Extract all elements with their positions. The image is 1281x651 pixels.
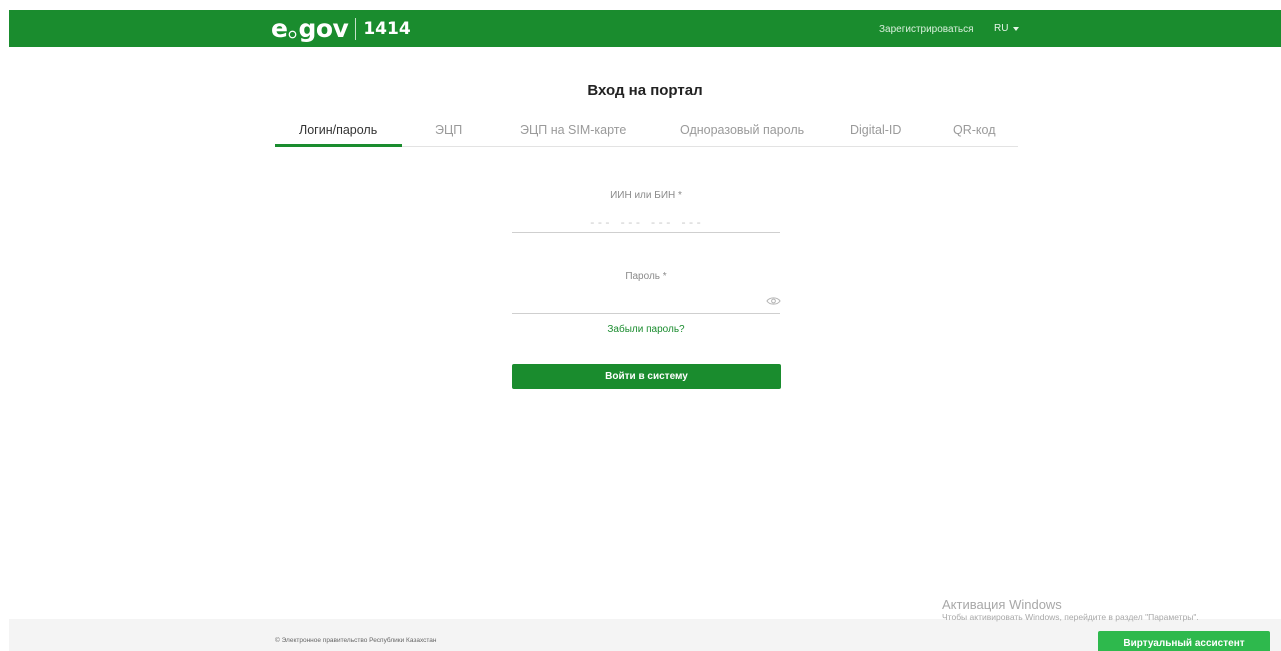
page-title: Вход на портал [587, 82, 703, 99]
tab-eds[interactable]: ЭЦП [435, 123, 462, 137]
forgot-password-link[interactable]: Забыли пароль? [512, 324, 780, 335]
footer-bar: © Электронное правительство Республики К… [9, 619, 1281, 651]
login-button[interactable]: Войти в систему [512, 364, 781, 389]
language-label: RU [994, 23, 1009, 34]
logo-divider [355, 18, 357, 40]
watermark-title: Активация Windows [942, 597, 1062, 612]
copyright-text: © Электронное правительство Республики К… [275, 637, 437, 644]
eye-icon[interactable] [766, 296, 781, 306]
tab-qr-code[interactable]: QR-код [953, 123, 996, 137]
tab-digital-id[interactable]: Digital-ID [850, 123, 901, 137]
register-link[interactable]: Зарегистрироваться [879, 24, 974, 35]
egov-logo[interactable]: e gov 1414 [271, 14, 411, 44]
virtual-assistant-button[interactable]: Виртуальный ассистент [1098, 631, 1270, 651]
header-bar: e gov 1414 Зарегистрироваться RU [9, 10, 1281, 47]
tab-login-password[interactable]: Логин/пароль [299, 123, 377, 137]
tab-one-time-password[interactable]: Одноразовый пароль [680, 123, 804, 137]
iin-input[interactable] [512, 215, 780, 233]
caret-down-icon [1013, 26, 1020, 31]
windows-activation-watermark: Активация Windows Чтобы активировать Win… [942, 597, 1199, 623]
login-method-tabs: Логин/пароль ЭЦП ЭЦП на SIM-карте Однора… [275, 119, 1018, 147]
login-page: e gov 1414 Зарегистрироваться RU Вход на… [0, 0, 1281, 651]
language-selector[interactable]: RU [994, 23, 1020, 34]
tab-eds-sim[interactable]: ЭЦП на SIM-карте [520, 123, 626, 137]
logo-globe-icon [289, 30, 297, 38]
iin-label: ИИН или БИН * [610, 190, 682, 201]
logo-word-gov: gov [298, 14, 349, 43]
logo-number: 1414 [363, 19, 411, 39]
active-tab-indicator [275, 144, 402, 147]
logo-letter-e: e [271, 14, 288, 43]
password-input[interactable] [512, 296, 780, 314]
watermark-subtitle: Чтобы активировать Windows, перейдите в … [942, 612, 1199, 622]
password-label: Пароль * [625, 271, 667, 282]
